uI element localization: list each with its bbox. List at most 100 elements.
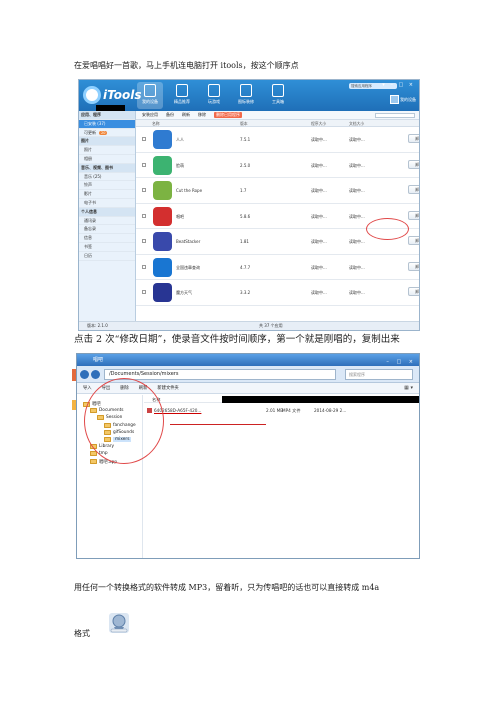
new-folder-button[interactable]: 新建文件夹 bbox=[157, 385, 178, 391]
table-row[interactable]: 脸萌2.5.0读取中...读取中...卸载文档 bbox=[136, 153, 419, 178]
tab-games[interactable]: 玩游戏 bbox=[201, 82, 227, 109]
row-checkbox[interactable] bbox=[142, 264, 146, 269]
tab-my-device[interactable]: 我的设备 bbox=[137, 82, 163, 109]
path-input[interactable]: /Documents/Session/mixers bbox=[104, 369, 336, 380]
sidebar-item[interactable]: 相册 bbox=[79, 155, 135, 164]
gamepad-icon bbox=[208, 84, 220, 97]
backup-button[interactable]: 备份 bbox=[166, 112, 174, 118]
table-row[interactable]: 人人7.5.1读取中...读取中...卸载文档 bbox=[136, 127, 419, 153]
install-app-button[interactable]: 安装应用 bbox=[142, 112, 158, 118]
sidebar-item[interactable]: 照片 bbox=[79, 146, 135, 155]
file-list: 名称 大小 类型 修改日期 备注 6402658D-A65F-420... 2.… bbox=[144, 395, 419, 558]
sidebar-item-label: 个人信息 bbox=[81, 208, 97, 214]
search-input[interactable]: 搜索程序 bbox=[345, 369, 413, 380]
app-name: 全国违章查询 bbox=[176, 264, 200, 270]
itools-header: iTools 我的设备 精品推荐 玩游戏 图标装修 工具箱 搜索应用程序 ▾ –… bbox=[79, 80, 419, 116]
sidebar-item[interactable]: 日历 bbox=[79, 252, 135, 261]
row-checkbox[interactable] bbox=[142, 213, 146, 218]
sidebar-item[interactable]: 备忘录 bbox=[79, 225, 135, 235]
app-icon bbox=[153, 155, 172, 175]
itools-logo-icon bbox=[83, 86, 101, 104]
uninstall-button[interactable]: 卸载 bbox=[408, 210, 419, 220]
app-icon bbox=[153, 130, 172, 149]
file-type: MP4 文件 bbox=[282, 408, 301, 413]
apps-icon bbox=[176, 84, 188, 97]
sidebar-item[interactable]: 电子书 bbox=[79, 199, 135, 208]
row-checkbox[interactable] bbox=[142, 137, 146, 141]
row-checkbox[interactable] bbox=[142, 290, 146, 294]
uninstall-button[interactable]: 卸载 bbox=[408, 287, 419, 296]
delete-used-button[interactable]: 删除已用程序 bbox=[214, 112, 242, 118]
app-name: BeatStacker bbox=[176, 239, 201, 244]
sidebar-item[interactable]: 铃声 bbox=[79, 181, 135, 191]
itools-toolbar: 安装应用 备份 刷新 移除 删除已用程序 bbox=[136, 111, 419, 120]
sidebar-item: 音乐、视频、图书 bbox=[79, 163, 135, 173]
sidebar-item[interactable]: 可更新 20 bbox=[79, 129, 135, 138]
phone-icon bbox=[144, 84, 156, 97]
row-checkbox[interactable] bbox=[142, 162, 146, 167]
app-version: 7.5.1 bbox=[240, 137, 251, 142]
instruction-paragraph-1: 在爱唱唱好一首歌，马上手机连电脑打开 itools，按这个顺序点 bbox=[74, 61, 299, 70]
tab-recommend[interactable]: 精品推荐 bbox=[169, 82, 195, 109]
sidebar-item[interactable]: 音乐 (25) bbox=[79, 173, 135, 182]
sidebar-item[interactable]: 通讯录 bbox=[79, 217, 135, 226]
sidebar-item-label: 电子书 bbox=[84, 199, 96, 205]
sidebar-item-label: 铃声 bbox=[84, 182, 92, 188]
back-icon[interactable] bbox=[80, 370, 89, 379]
row-checkbox[interactable] bbox=[142, 188, 146, 192]
sidebar-item[interactable]: 书签 bbox=[79, 243, 135, 252]
app-size: 读取中... bbox=[311, 137, 327, 142]
uninstall-button[interactable]: 卸载 bbox=[408, 134, 419, 143]
uninstall-button[interactable]: 卸载 bbox=[408, 185, 419, 194]
tab-toolbox[interactable]: 工具箱 bbox=[265, 82, 291, 109]
refresh-button[interactable]: 刷新 bbox=[182, 112, 190, 118]
tab-ringtones[interactable]: 图标装修 bbox=[233, 82, 259, 109]
app-count: 共 37 个应用 bbox=[259, 323, 283, 328]
table-row[interactable]: Cut the Rope1.7读取中...读取中...卸载文档 bbox=[136, 178, 419, 204]
app-list: 人人7.5.1读取中...读取中...卸载文档脸萌2.5.0读取中...读取中.… bbox=[136, 127, 419, 306]
instruction-paragraph-2: 点击 2 次“修改日期”，使录音文件按时间顺序，第一个就是刚唱的，复制出来 bbox=[74, 334, 400, 345]
instruction-paragraph-4: 格式 bbox=[74, 629, 90, 638]
doc-size: 读取中... bbox=[349, 137, 365, 142]
app-size: 读取中... bbox=[311, 188, 327, 193]
uninstall-button[interactable]: 卸载 bbox=[408, 236, 419, 245]
import-button[interactable]: 导入 bbox=[83, 385, 92, 391]
table-row[interactable]: 魔方天气3.3.2读取中...读取中...卸载文档 bbox=[136, 280, 419, 306]
app-size: 读取中... bbox=[311, 264, 327, 270]
doc-size: 读取中... bbox=[349, 239, 365, 244]
itools-sidebar: 应用、程序已安装 (37) 可更新 20 图片 照片 相册 音乐、视频、图书音乐 (25) 铃… bbox=[79, 111, 136, 321]
app-version: 3.3.2 bbox=[240, 290, 251, 295]
doc-size: 读取中... bbox=[349, 188, 365, 193]
remove-button[interactable]: 移除 bbox=[198, 112, 206, 118]
doc-size: 读取中... bbox=[349, 162, 365, 168]
sidebar-item: 图片 bbox=[79, 137, 135, 147]
instruction-paragraph-3: 用任何一个转换格式的软件转成 MP3，留着听，只为传唱吧的话也可以直接转成 m4… bbox=[74, 583, 380, 592]
app-icon bbox=[153, 181, 172, 200]
sidebar-item: 个人信息 bbox=[79, 207, 135, 217]
app-icon bbox=[153, 232, 172, 251]
sidebar-item-label: 备忘录 bbox=[84, 226, 96, 232]
window-controls[interactable]: ▾ – □ × bbox=[382, 82, 415, 88]
music-note-icon bbox=[240, 84, 252, 97]
app-filter-input[interactable] bbox=[375, 112, 415, 118]
avatar[interactable] bbox=[390, 95, 399, 104]
forward-icon[interactable] bbox=[91, 370, 100, 379]
doc-size: 读取中... bbox=[349, 213, 365, 219]
uninstall-button[interactable]: 卸载 bbox=[408, 261, 419, 271]
sidebar-item[interactable]: 信息 bbox=[79, 234, 135, 243]
table-row[interactable]: 全国违章查询4.7.7读取中...读取中...卸载文档 bbox=[136, 255, 419, 280]
sidebar-item[interactable]: 影片 bbox=[79, 190, 135, 199]
sidebar-item-label: 音乐、视频、图书 bbox=[81, 164, 113, 170]
uninstall-button[interactable]: 卸载 bbox=[408, 159, 419, 169]
row-checkbox[interactable] bbox=[142, 239, 146, 243]
view-options-icon[interactable]: ▦ ▾ bbox=[404, 385, 413, 391]
explorer-title: 唱吧 bbox=[93, 357, 104, 363]
app-name: 魔方天气 bbox=[176, 290, 192, 295]
app-size: 读取中... bbox=[311, 239, 327, 244]
sidebar-item-label: 通讯录 bbox=[84, 217, 96, 223]
app-name: 人人 bbox=[176, 137, 184, 142]
sidebar-item[interactable]: 已安装 (37) bbox=[79, 119, 135, 129]
sidebar-item-label: 应用、程序 bbox=[81, 112, 101, 117]
sidebar-item-label: 书签 bbox=[84, 243, 92, 249]
table-row[interactable]: 6402658D-A65F-420... 2.01 MB MP4 文件 2014… bbox=[144, 406, 419, 415]
